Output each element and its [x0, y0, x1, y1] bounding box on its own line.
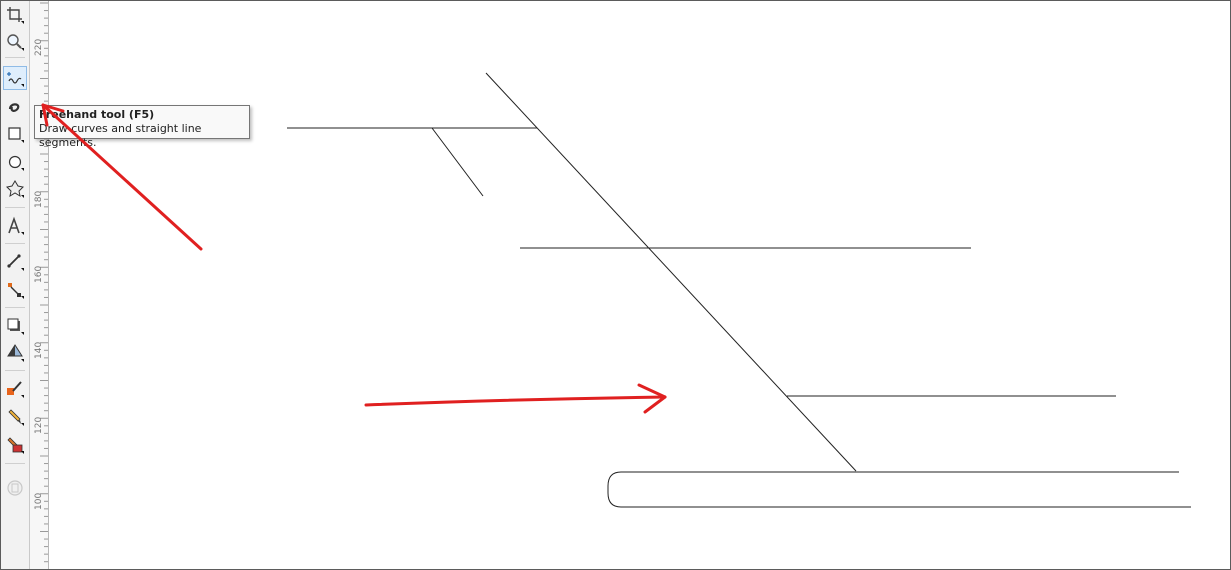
freehand-tool-button[interactable]: [3, 66, 27, 90]
text-icon: [8, 216, 24, 235]
artistic-media-icon: [8, 103, 20, 112]
outline-pen-icon: [8, 409, 24, 426]
artistic-media-tool-button[interactable]: [4, 95, 26, 117]
rectangle-icon: [8, 127, 24, 143]
text-tool-button[interactable]: [4, 215, 26, 237]
crop-icon: [7, 7, 24, 24]
zoom-tool-button[interactable]: [4, 31, 26, 53]
polygon-tool-button[interactable]: [4, 178, 26, 200]
fill-icon: [7, 437, 24, 454]
ruler-label: 180: [34, 190, 44, 208]
short-diagonal-line[interactable]: [431, 127, 484, 197]
ellipse-tool-button[interactable]: [4, 151, 26, 173]
ruler-label: 120: [34, 416, 44, 434]
color-eyedropper-tool-button[interactable]: [4, 378, 26, 400]
drop-shadow-tool-button[interactable]: [4, 315, 26, 337]
ruler-label: 140: [34, 341, 44, 359]
toolbox: [1, 1, 30, 569]
rounded-bottom-shape[interactable]: [607, 471, 1191, 508]
rectangle-tool-button[interactable]: [4, 123, 26, 145]
ellipse-icon: [8, 155, 24, 171]
toolbox-separator: [5, 463, 25, 464]
tooltip: Freehand tool (F5) Draw curves and strai…: [34, 105, 250, 149]
diagonal-spine-line[interactable]: [485, 72, 857, 472]
eyedropper-icon: [7, 381, 24, 398]
freehand-icon: [7, 72, 24, 87]
tooltip-description: Draw curves and straight line segments.: [39, 122, 202, 149]
magnifier-icon: [7, 34, 24, 51]
crop-tool-button[interactable]: [4, 4, 26, 26]
ruler-ticks: [40, 2, 48, 563]
connector-tool-button[interactable]: [4, 279, 26, 301]
ruler-label: 220: [34, 38, 44, 56]
drawing-shapes: [287, 72, 1191, 508]
transparency-icon: [7, 344, 24, 362]
connector-icon: [8, 283, 24, 299]
disabled-tool-button[interactable]: [4, 477, 26, 499]
application-window: 220 180 160 140 120 100 Freehand tool (F…: [0, 0, 1231, 570]
ruler-label: 100: [34, 492, 44, 510]
polygon-icon: [5, 180, 25, 198]
transparency-tool-button[interactable]: [4, 342, 26, 364]
drawing-canvas[interactable]: [49, 1, 1230, 569]
toolbox-separator: [5, 57, 25, 58]
toolbox-separator: [5, 307, 25, 308]
outline-tool-button[interactable]: [4, 406, 26, 428]
vertical-ruler[interactable]: 220 180 160 140 120 100: [30, 1, 49, 569]
tooltip-title: Freehand tool (F5): [39, 108, 155, 121]
ruler-label: 160: [34, 265, 44, 283]
dimension-icon: [7, 254, 24, 271]
drop-shadow-icon: [7, 318, 24, 335]
toolbox-separator: [5, 207, 25, 208]
toolbox-separator: [5, 243, 25, 244]
disabled-icon: [7, 480, 23, 496]
dimension-tool-button[interactable]: [4, 251, 26, 273]
smart-fill-tool-button[interactable]: [4, 434, 26, 456]
toolbox-separator: [5, 370, 25, 371]
